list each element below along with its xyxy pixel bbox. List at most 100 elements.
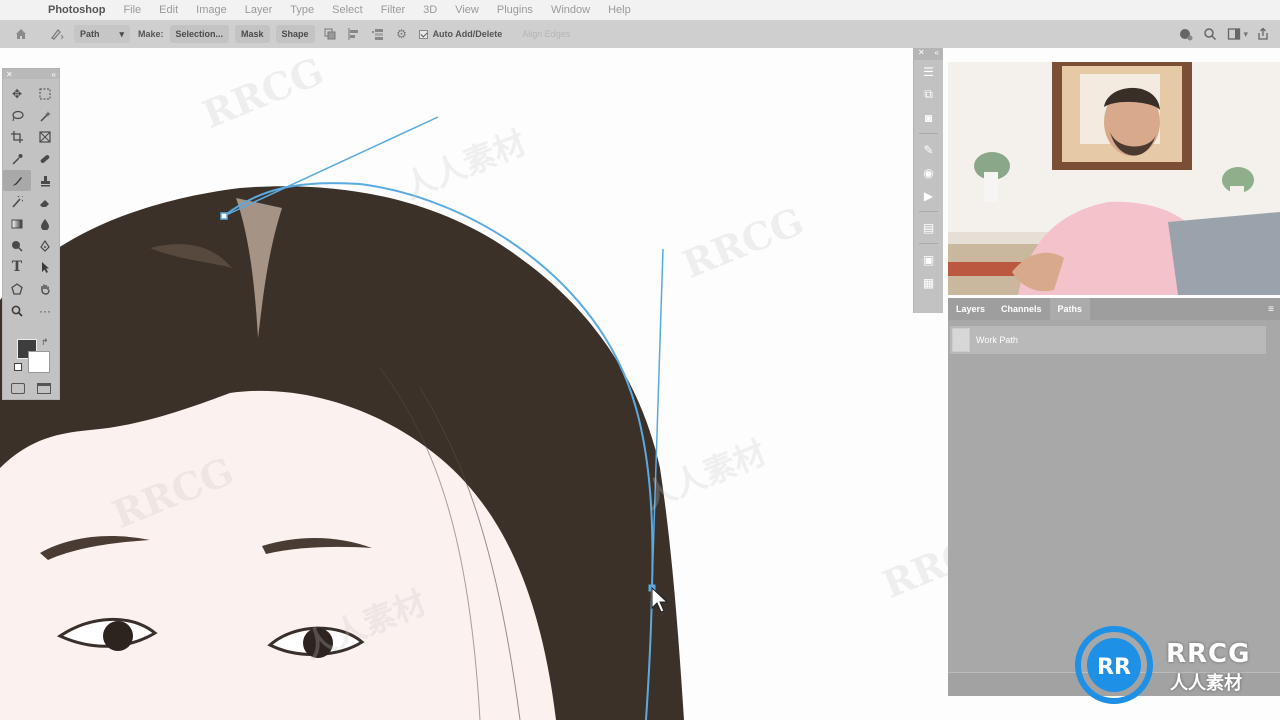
menu-select[interactable]: Select (332, 4, 363, 16)
right-iris (303, 628, 333, 658)
history-brush-tool-icon[interactable] (3, 191, 31, 213)
panel-icon-strip: ✕ « ☰ ⧉ ◙ ✎ ◉ ▶ ▤ ▣ ▦ (913, 48, 943, 313)
lasso-tool-icon[interactable] (3, 105, 31, 127)
blur-tool-icon[interactable] (31, 213, 59, 235)
clone-stamp-tool-icon[interactable] (31, 170, 59, 192)
background-color-swatch[interactable] (28, 351, 50, 373)
dodge-tool-icon[interactable] (3, 235, 31, 257)
tab-layers[interactable]: Layers (948, 298, 993, 320)
more-tools-icon[interactable]: ··· (31, 300, 59, 322)
path-arrangement-icon[interactable] (369, 25, 387, 43)
options-right-group: ▾ (1171, 25, 1272, 43)
document-canvas[interactable] (0, 48, 948, 720)
pen-tool-icon[interactable] (31, 235, 59, 257)
pen-tool-preset-icon[interactable] (48, 25, 66, 43)
shape-tool-icon[interactable] (3, 278, 31, 300)
make-mask-button[interactable]: Mask (235, 25, 270, 43)
brush-tool-icon[interactable] (3, 169, 31, 192)
panel-tabs: Layers Channels Paths ≡ (948, 298, 1280, 320)
path-selection-tool-icon[interactable] (31, 257, 59, 279)
tab-paths[interactable]: Paths (1049, 298, 1091, 320)
chevron-down-icon[interactable]: ▾ (1243, 29, 1248, 40)
eraser-tool-icon[interactable] (31, 191, 59, 213)
workspace-icon[interactable] (1225, 25, 1243, 43)
tools-panel: ✕ « ✥ T ··· ↱ (2, 68, 60, 400)
frame-tool-icon[interactable] (31, 126, 59, 148)
share-icon[interactable] (1254, 25, 1272, 43)
panel-menu-icon[interactable]: ≡ (1268, 304, 1274, 315)
path-operations-icon[interactable] (321, 25, 339, 43)
logo-brand-text: RRCG (1166, 639, 1251, 669)
tab-channels[interactable]: Channels (993, 298, 1050, 320)
gear-icon[interactable]: ⚙ (393, 25, 411, 43)
healing-brush-tool-icon[interactable] (31, 148, 59, 170)
path-alignment-icon[interactable] (345, 25, 363, 43)
rrcg-logo-emblem: RR (1075, 626, 1153, 704)
auto-add-delete-checkbox[interactable] (418, 29, 428, 39)
options-bar: Path ▾ Make: Selection... Mask Shape ⚙ A… (0, 20, 1280, 48)
menu-image[interactable]: Image (196, 4, 227, 16)
move-tool-icon[interactable]: ✥ (3, 83, 31, 105)
type-tool-icon[interactable]: T (3, 257, 31, 279)
divider (919, 211, 938, 212)
align-edges-label: Align Edges (522, 29, 571, 39)
divider (919, 133, 938, 134)
notes-icon[interactable]: ▦ (914, 271, 943, 294)
photoshop-window: Photoshop File Edit Image Layer Type Sel… (0, 0, 1280, 720)
path-row-work-path[interactable]: Work Path (950, 326, 1266, 354)
default-colors-icon[interactable] (14, 363, 22, 371)
tool-mode-select[interactable]: Path ▾ (74, 25, 130, 43)
menu-view[interactable]: View (455, 4, 479, 16)
instructor-video (948, 62, 1280, 295)
color-icon[interactable]: ◉ (914, 161, 943, 184)
menu-bar: Photoshop File Edit Image Layer Type Sel… (0, 0, 1280, 20)
menu-3d[interactable]: 3D (423, 4, 437, 16)
home-icon[interactable] (12, 25, 30, 43)
collapse-icon[interactable]: « (52, 70, 56, 79)
layer-comps-icon[interactable]: ▣ (914, 248, 943, 271)
auto-add-delete-label: Auto Add/Delete (432, 29, 503, 39)
hand-tool-icon[interactable] (31, 278, 59, 300)
make-label: Make: (138, 29, 164, 39)
anchor-point[interactable] (220, 212, 228, 220)
libraries-icon[interactable]: ⧉ (914, 83, 943, 106)
properties-icon[interactable]: ▤ (914, 216, 943, 239)
logo-brand-text-cn: 人人素材 (1170, 673, 1242, 694)
menu-type[interactable]: Type (290, 4, 314, 16)
adjustments-icon[interactable]: ☰ (914, 60, 943, 83)
close-icon[interactable]: ✕ (918, 48, 925, 60)
menu-edit[interactable]: Edit (159, 4, 178, 16)
search-icon[interactable] (1201, 25, 1219, 43)
menu-file[interactable]: File (123, 4, 141, 16)
close-icon[interactable]: ✕ (6, 70, 13, 79)
gradient-tool-icon[interactable] (3, 213, 31, 235)
menu-app-name[interactable]: Photoshop (48, 4, 105, 16)
brush-settings-icon[interactable]: ✎ (914, 138, 943, 161)
menu-help[interactable]: Help (608, 4, 631, 16)
magic-wand-tool-icon[interactable] (31, 105, 59, 127)
actions-icon[interactable]: ▶ (914, 184, 943, 207)
crop-tool-icon[interactable] (3, 126, 31, 148)
svg-text:RR: RR (1097, 655, 1131, 680)
divider (919, 243, 938, 244)
screen-mode-icon[interactable] (37, 383, 51, 394)
tool-mode-value: Path (80, 29, 100, 39)
menu-filter[interactable]: Filter (381, 4, 405, 16)
make-shape-button[interactable]: Shape (275, 25, 315, 43)
menu-plugins[interactable]: Plugins (497, 4, 533, 16)
canvas-image (0, 116, 684, 720)
swap-colors-icon[interactable]: ↱ (41, 337, 49, 348)
collapse-icon[interactable]: « (935, 48, 939, 60)
marquee-tool-icon[interactable] (31, 83, 59, 105)
plugins-icon[interactable]: ◙ (914, 106, 943, 129)
learn-icon[interactable] (1177, 25, 1195, 43)
quick-mask-icon[interactable] (11, 383, 25, 394)
zoom-tool-icon[interactable] (3, 300, 31, 322)
menu-layer[interactable]: Layer (245, 4, 273, 16)
eyedropper-tool-icon[interactable] (3, 148, 31, 170)
strip-header: ✕ « (914, 48, 943, 60)
chevron-down-icon: ▾ (119, 28, 124, 39)
make-selection-button[interactable]: Selection... (169, 25, 230, 43)
rrcg-logo: RR RRCG 人人素材 (1074, 625, 1280, 705)
menu-window[interactable]: Window (551, 4, 590, 16)
